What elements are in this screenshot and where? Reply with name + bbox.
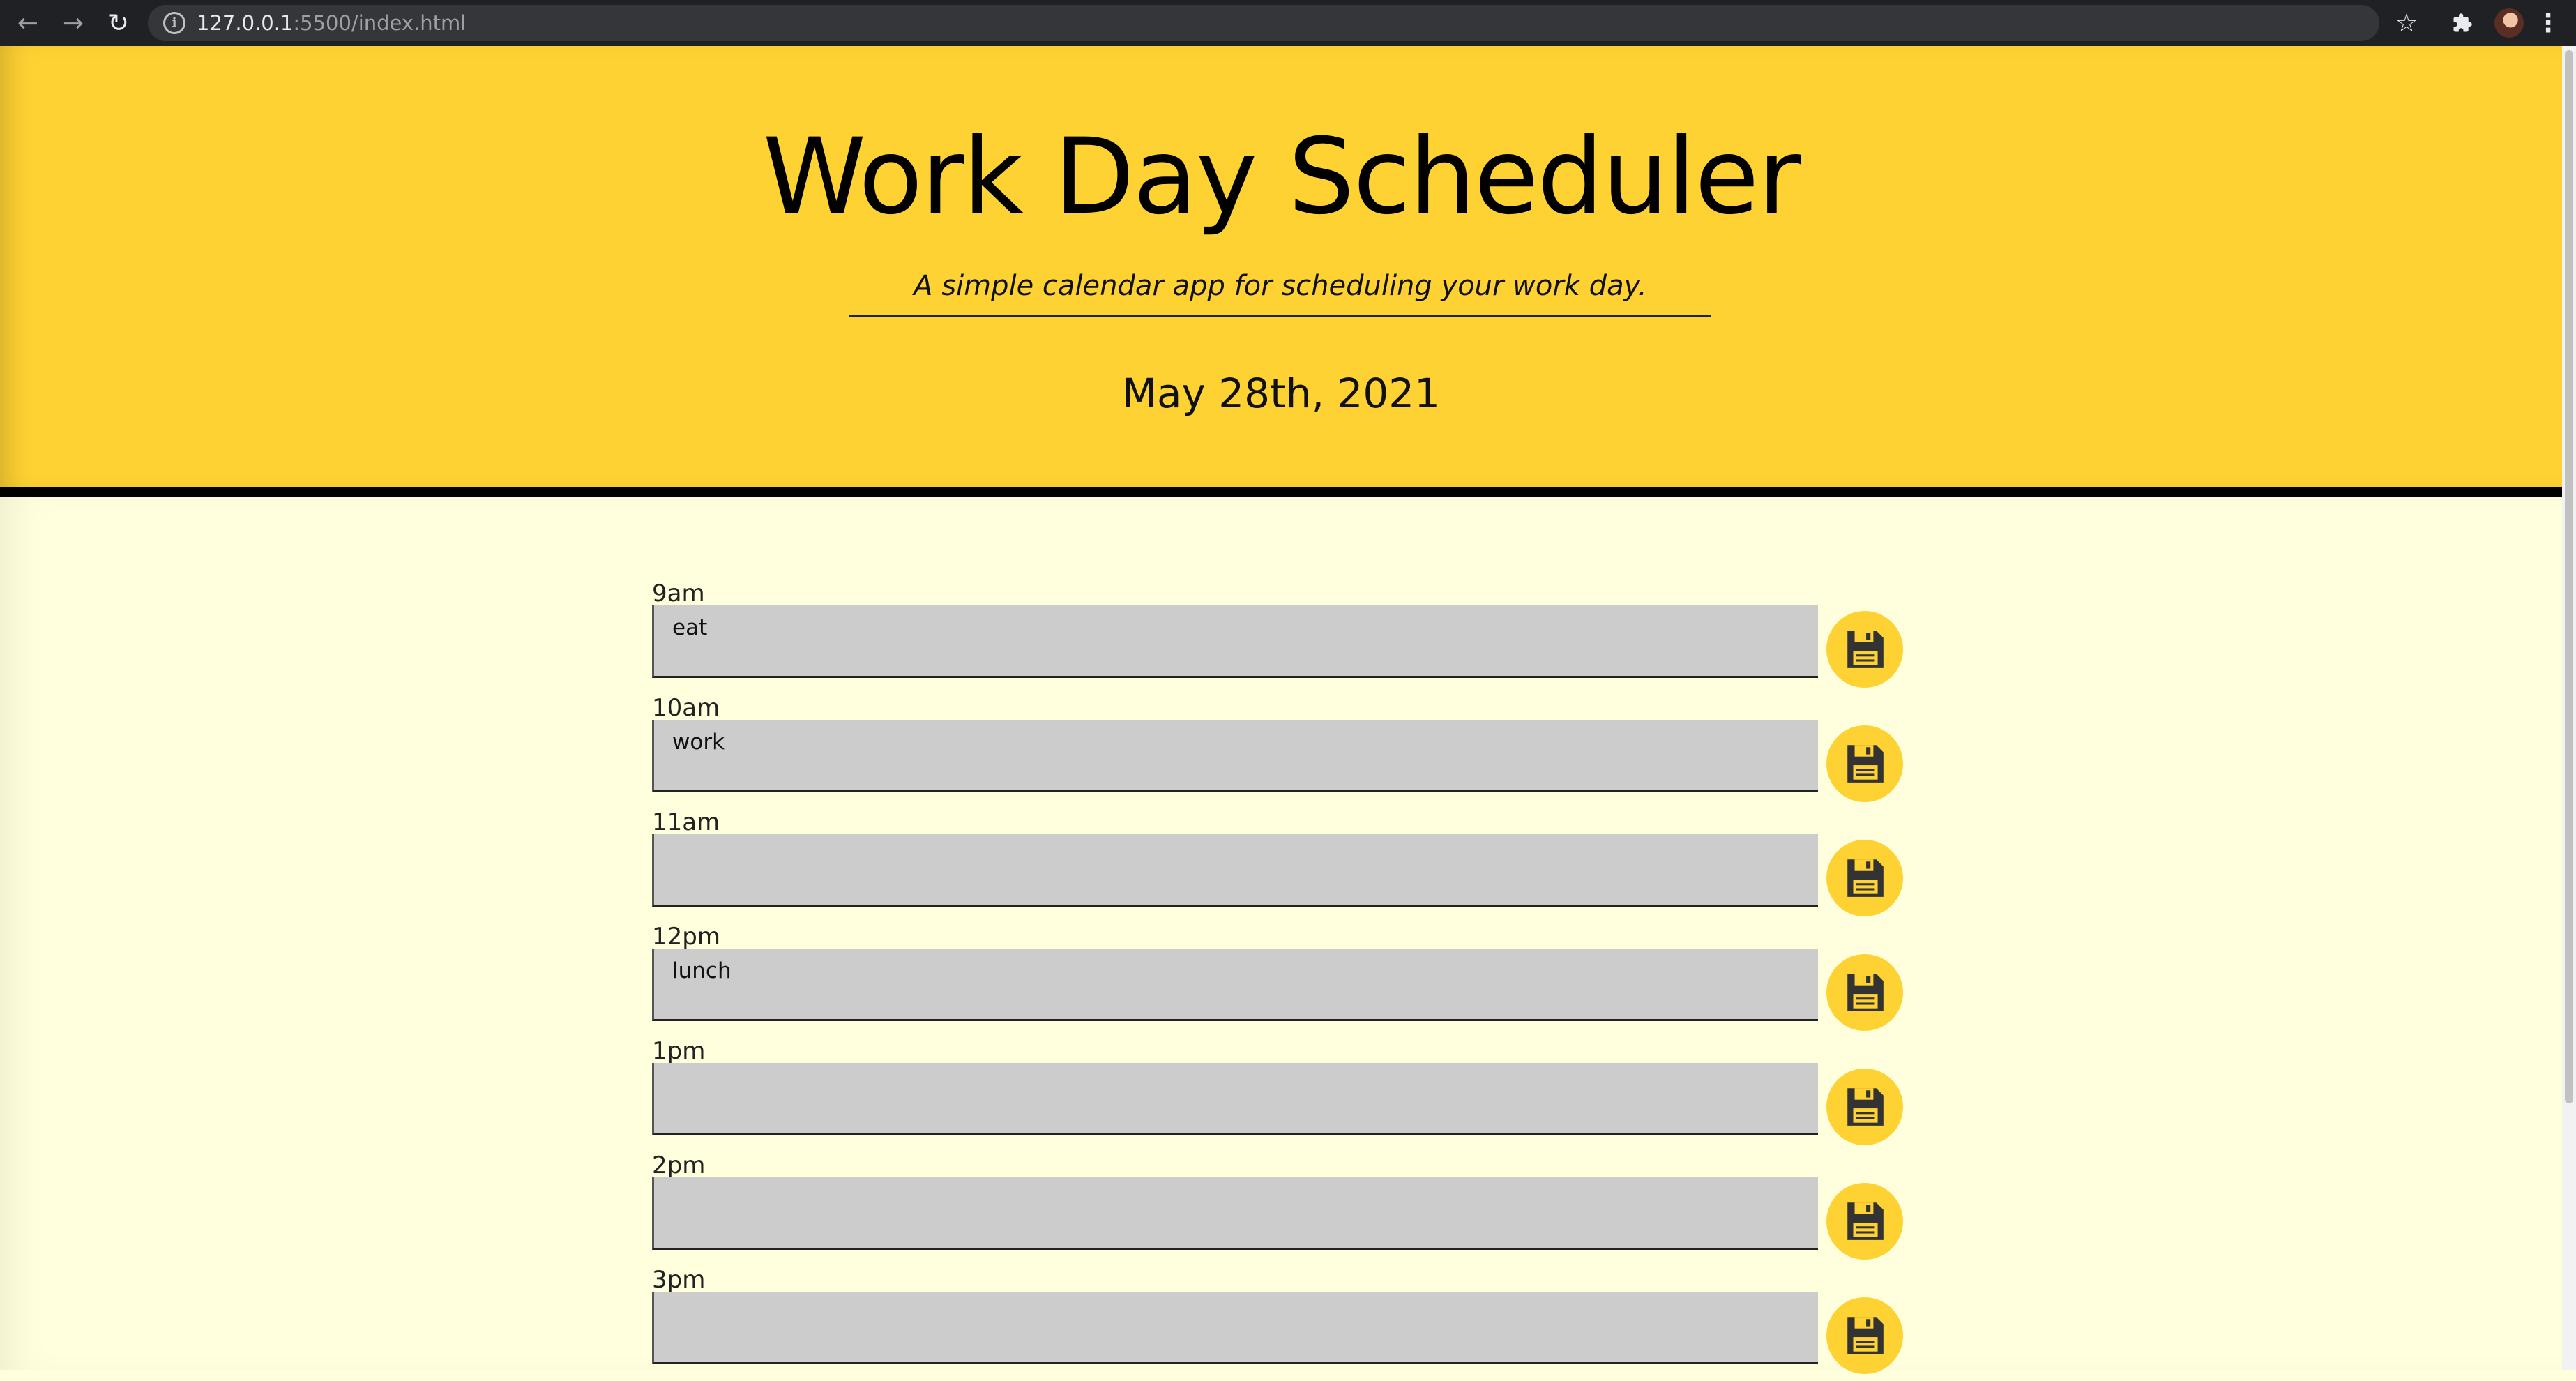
hour-label: 1pm	[652, 1037, 706, 1065]
task-input[interactable]	[652, 834, 1818, 907]
bookmark-star-icon[interactable]: ☆	[2389, 0, 2424, 46]
scrollbar-thumb[interactable]	[2565, 50, 2573, 1103]
url-path: :5500/index.html	[293, 11, 467, 35]
task-input[interactable]	[652, 1177, 1818, 1250]
hour-label: 11am	[652, 808, 720, 836]
save-button[interactable]	[1826, 954, 1903, 1031]
hour-label: 10am	[652, 694, 720, 722]
time-block: 3pm	[0, 1267, 2562, 1381]
page-subtitle: A simple calendar app for scheduling you…	[849, 266, 1711, 317]
back-arrow-icon[interactable]: ←	[10, 0, 45, 46]
url-text[interactable]: 127.0.0.1:5500/index.html	[197, 5, 466, 41]
task-input[interactable]	[652, 1292, 1818, 1364]
floppy-disk-icon	[1847, 859, 1884, 897]
floppy-disk-icon	[1847, 1202, 1884, 1240]
floppy-disk-icon	[1847, 974, 1884, 1011]
hour-label: 3pm	[652, 1266, 706, 1294]
address-bar[interactable]: i 127.0.0.1:5500/index.html	[148, 5, 2379, 41]
floppy-disk-icon	[1847, 1317, 1884, 1354]
url-host: 127.0.0.1	[197, 11, 294, 35]
task-input[interactable]: lunch	[652, 949, 1818, 1021]
time-block: 12pm lunch	[0, 923, 2562, 1038]
more-menu-icon[interactable]: ⋮	[2534, 0, 2562, 46]
save-button[interactable]	[1826, 1297, 1903, 1374]
page-header: Work Day Scheduler A simple calendar app…	[0, 46, 2562, 497]
time-block: 9am eat	[0, 580, 2562, 695]
save-button[interactable]	[1826, 1069, 1903, 1145]
hour-label: 2pm	[652, 1152, 706, 1179]
time-block: 10am work	[0, 695, 2562, 809]
save-button[interactable]	[1826, 840, 1903, 916]
task-input[interactable]: work	[652, 720, 1818, 792]
page-title: Work Day Scheduler	[762, 116, 1801, 238]
extensions-puzzle-icon[interactable]	[2445, 0, 2480, 46]
task-input[interactable]: eat	[652, 605, 1818, 678]
floppy-disk-icon	[1847, 631, 1884, 668]
site-info-icon[interactable]: i	[163, 12, 185, 34]
floppy-disk-icon	[1847, 1088, 1884, 1126]
save-button[interactable]	[1826, 611, 1903, 688]
profile-avatar[interactable]	[2494, 8, 2524, 38]
browser-toolbar: ← → ↻ i 127.0.0.1:5500/index.html ☆ ⋮	[0, 0, 2576, 46]
forward-arrow-icon[interactable]: →	[56, 0, 91, 46]
hour-label: 9am	[652, 580, 705, 608]
save-button[interactable]	[1826, 1183, 1903, 1260]
task-input[interactable]	[652, 1063, 1818, 1135]
floppy-disk-icon	[1847, 745, 1884, 783]
save-button[interactable]	[1826, 725, 1903, 802]
hour-label: 12pm	[652, 923, 720, 951]
time-block: 11am	[0, 809, 2562, 923]
current-day: May 28th, 2021	[1121, 370, 1441, 417]
reload-icon[interactable]: ↻	[101, 0, 136, 46]
time-block: 2pm	[0, 1152, 2562, 1267]
time-block: 1pm	[0, 1038, 2562, 1152]
